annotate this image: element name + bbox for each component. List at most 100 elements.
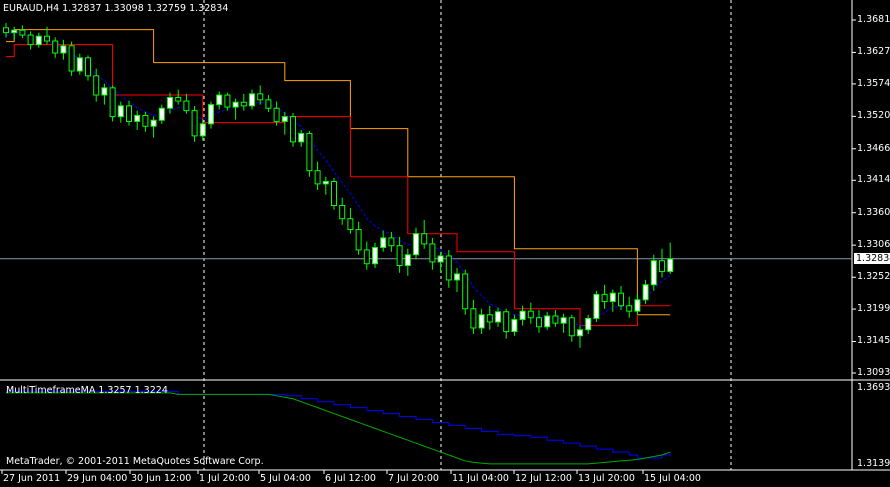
candle-body [486,314,493,323]
indicator-level-label: 1.3139 [857,458,890,469]
indicator-line-1 [6,390,671,459]
candle-body [117,105,124,118]
candle-body [642,284,649,301]
chart-header: EURAUD,H4 1.32837 1.33098 1.32759 1.3283… [3,3,229,14]
chart-grid [0,0,890,471]
candle-body [273,107,280,122]
candle-body [421,233,428,245]
candle-body [511,319,518,333]
candle-body [568,317,575,337]
candle-body [609,292,616,303]
candle-body [232,101,239,108]
moving-average-lines [5,29,671,327]
candle-body [404,254,411,267]
candle-body [85,57,91,77]
candle-body [331,180,337,207]
candle-body [626,305,633,312]
price-level-label: 1.31455 [857,335,890,347]
candle-body [454,273,460,281]
candle-body [519,310,526,321]
candle-body [380,237,387,249]
candle-body [355,229,362,251]
ma-dashed-line [5,32,671,327]
candle-body [372,247,378,265]
price-level-label: 1.34140 [857,174,890,186]
candle-body [659,260,665,273]
candle-body [601,293,608,303]
candle-body [544,315,551,328]
copyright-text: MetaTrader, © 2001-2011 MetaQuotes Softw… [6,456,264,467]
price-level-label: 1.31995 [857,303,890,315]
candle-body [44,35,50,42]
time-label: 7 Jul 20:00 [388,473,439,484]
time-label: 27 Jun 2011 [3,473,61,484]
time-label: 1 Jul 20:00 [199,473,250,484]
candle-body [249,93,255,107]
candle-body [634,299,641,312]
candle-body [216,94,223,106]
price-level-label: 1.32525 [857,271,890,283]
candle-body [388,237,395,247]
candle-body [183,100,190,112]
candle-body [347,218,354,231]
price-level-label: 1.36270 [857,46,890,58]
time-label: 11 Jul 04:00 [452,473,509,484]
candle-body [314,170,321,185]
candle-body [560,317,567,324]
time-label: 30 Jun 12:00 [131,473,192,484]
candle-body [60,45,67,54]
current-price-tag: 1.32834 [854,252,890,265]
candle-body [142,114,149,127]
candle-body [527,310,534,319]
time-label: 5 Jul 04:00 [260,473,311,484]
candle-body [339,205,346,220]
candle-body [191,110,198,137]
candle-body [290,116,296,143]
candle-body [52,40,59,54]
indicator-line-2 [6,392,671,465]
candle-body [577,329,583,337]
candle-body [27,34,34,46]
price-level-label: 1.33600 [857,206,890,218]
ma-slow-line [6,29,671,316]
candle-body [158,107,165,121]
candle-body [478,314,485,329]
time-label: 12 Jul 12:00 [515,473,572,484]
price-level-label: 1.35745 [857,77,890,89]
price-level-label: 1.34665 [857,142,890,154]
candle-body [240,101,247,107]
candle-body [667,258,674,273]
candle-body [265,99,272,109]
candle-body [413,233,419,256]
price-level-label: 1.33060 [857,239,890,251]
axes [1,19,856,474]
candle-body [503,311,510,333]
candle-body [585,317,592,331]
candle-body [536,317,542,328]
candle-body [35,35,42,46]
time-label: 13 Jul 20:00 [578,473,635,484]
candle-body [175,96,182,102]
time-label: 15 Jul 04:00 [644,473,701,484]
price-level-label: 1.35205 [857,110,890,122]
candle-body [199,123,206,137]
candle-body [19,29,26,36]
candle-body [11,29,18,34]
candle-body [618,292,624,307]
candle-body [495,311,501,323]
candle-body [93,75,100,96]
candle-body [306,132,313,172]
candle-body [224,94,231,108]
candle-body [396,245,403,267]
indicator-lines [6,390,671,465]
candle-body [298,132,305,143]
candle-body [429,243,436,263]
candle-body [150,119,157,127]
time-label: 6 Jul 12:00 [325,473,376,484]
chart-canvas[interactable] [0,0,890,487]
candle-body [167,96,173,109]
candle-body [322,180,329,185]
candle-body [462,273,469,310]
candle-body [470,308,477,329]
candle-body [593,293,600,319]
